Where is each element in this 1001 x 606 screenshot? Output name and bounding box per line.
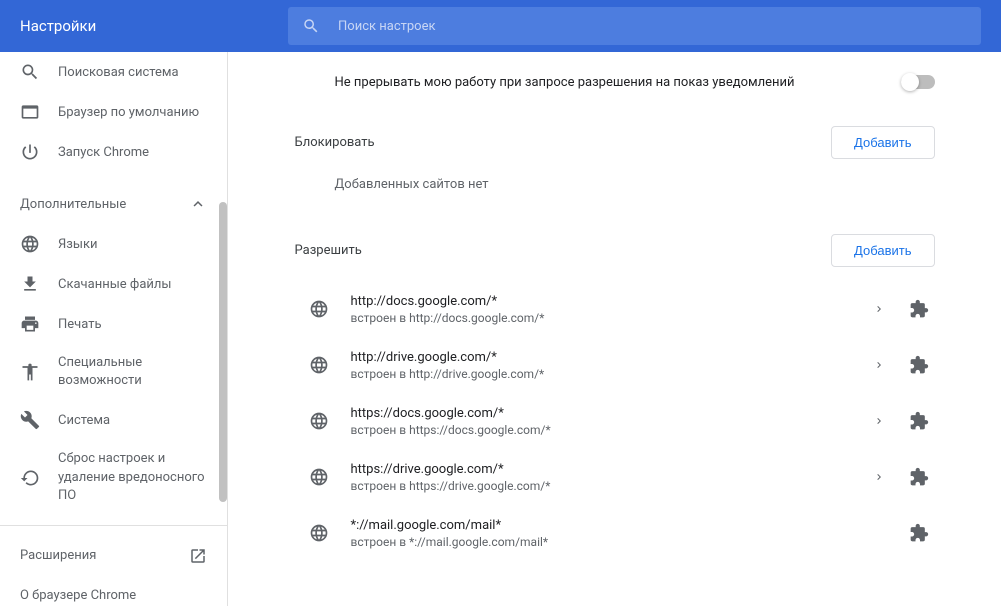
sidebar-item-label: Скачанные файлы <box>58 277 207 292</box>
site-info: https://drive.google.com/* встроен в htt… <box>351 462 863 493</box>
sidebar-item[interactable]: Браузер по умолчанию <box>0 92 227 132</box>
sidebar-footer-item[interactable]: Расширения <box>0 536 227 576</box>
site-url: *://mail.google.com/mail* <box>351 518 863 533</box>
site-embed: встроен в https://docs.google.com/* <box>351 423 863 437</box>
accessibility-icon <box>20 362 40 382</box>
site-url: http://drive.google.com/* <box>351 350 863 365</box>
chevron-up-icon <box>189 195 207 213</box>
search-icon <box>302 17 320 35</box>
globe-icon <box>20 234 40 254</box>
site-embed: встроен в http://docs.google.com/* <box>351 311 863 325</box>
extension-icon <box>903 517 935 549</box>
allow-site-row: http://drive.google.com/* встроен в http… <box>275 337 955 393</box>
allow-site-row: *://mail.google.com/mail* встроен в *://… <box>275 505 955 561</box>
header-search-area: Поиск настроек <box>268 0 1001 52</box>
wrench-icon <box>20 410 40 430</box>
site-arrow-button[interactable] <box>863 405 895 437</box>
header-title: Настройки <box>0 0 268 52</box>
allow-site-row: https://drive.google.com/* встроен в htt… <box>275 449 955 505</box>
site-info: http://drive.google.com/* встроен в http… <box>351 350 863 381</box>
sidebar-advanced-toggle[interactable]: Дополнительные <box>0 184 227 224</box>
extension-icon <box>903 293 935 325</box>
sidebar-item-label: Браузер по умолчанию <box>58 105 207 120</box>
sidebar-item-label: Сброс настроек и удаление вредоносного П… <box>58 450 207 505</box>
advanced-label: Дополнительные <box>20 197 189 212</box>
site-arrow-button[interactable] <box>863 293 895 325</box>
notification-toggle[interactable] <box>901 75 935 89</box>
block-add-button[interactable]: Добавить <box>831 126 934 159</box>
allow-title: Разрешить <box>295 243 832 258</box>
sidebar-item[interactable]: Поисковая система <box>0 52 227 92</box>
site-arrow-button[interactable] <box>863 461 895 493</box>
settings-title: Настройки <box>20 17 96 35</box>
site-info: http://docs.google.com/* встроен в http:… <box>351 294 863 325</box>
sidebar-divider <box>0 525 227 526</box>
allow-add-button[interactable]: Добавить <box>831 234 934 267</box>
block-empty-message: Добавленных сайтов нет <box>275 173 955 220</box>
site-embed: встроен в http://drive.google.com/* <box>351 367 863 381</box>
site-arrow-button[interactable] <box>863 349 895 381</box>
footer-label: О браузере Chrome <box>20 588 207 603</box>
sidebar-item-label: Специальные возможности <box>58 354 207 390</box>
block-section-header: Блокировать Добавить <box>275 112 955 173</box>
sidebar-item[interactable]: Скачанные файлы <box>0 264 227 304</box>
site-info: *://mail.google.com/mail* встроен в *://… <box>351 518 863 549</box>
globe-icon <box>309 467 329 487</box>
power-icon <box>20 142 40 162</box>
scrollbar-thumb[interactable] <box>219 202 227 502</box>
allow-section-header: Разрешить Добавить <box>275 220 955 281</box>
sidebar-footer-item[interactable]: О браузере Chrome <box>0 576 227 606</box>
site-url: https://docs.google.com/* <box>351 406 863 421</box>
extension-icon <box>903 405 935 437</box>
site-url: http://docs.google.com/* <box>351 294 863 309</box>
sidebar-item-label: Система <box>58 413 207 428</box>
site-embed: встроен в https://drive.google.com/* <box>351 479 863 493</box>
notification-toggle-row: Не прерывать мою работу при запросе разр… <box>275 52 955 112</box>
site-embed: встроен в *://mail.google.com/mail* <box>351 535 863 549</box>
header: Настройки Поиск настроек <box>0 0 1001 52</box>
site-info: https://docs.google.com/* встроен в http… <box>351 406 863 437</box>
block-title: Блокировать <box>295 135 832 150</box>
main-content: Не прерывать мою работу при запросе разр… <box>228 52 1001 606</box>
sidebar: Поисковая система Браузер по умолчанию Зап… <box>0 52 228 606</box>
external-link-icon <box>189 547 207 565</box>
sidebar-item-label: Поисковая система <box>58 65 207 80</box>
extension-icon <box>903 461 935 493</box>
search-placeholder: Поиск настроек <box>338 19 436 34</box>
notification-toggle-label: Не прерывать мою работу при запросе разр… <box>335 75 901 90</box>
extension-icon <box>903 349 935 381</box>
globe-icon <box>309 355 329 375</box>
print-icon <box>20 314 40 334</box>
sidebar-item[interactable]: Специальные возможности <box>0 344 227 400</box>
sidebar-item[interactable]: Сброс настроек и удаление вредоносного П… <box>0 440 227 515</box>
globe-icon <box>309 299 329 319</box>
allow-site-row: https://docs.google.com/* встроен в http… <box>275 393 955 449</box>
footer-label: Расширения <box>20 548 189 563</box>
allow-site-row: http://docs.google.com/* встроен в http:… <box>275 281 955 337</box>
sidebar-item[interactable]: Запуск Chrome <box>0 132 227 172</box>
sidebar-item[interactable]: Печать <box>0 304 227 344</box>
globe-icon <box>309 411 329 431</box>
download-icon <box>20 274 40 294</box>
sidebar-item-label: Языки <box>58 237 207 252</box>
sidebar-item[interactable]: Языки <box>0 224 227 264</box>
globe-icon <box>309 523 329 543</box>
sidebar-item-label: Печать <box>58 317 207 332</box>
site-url: https://drive.google.com/* <box>351 462 863 477</box>
search-box[interactable]: Поиск настроек <box>288 7 981 45</box>
browser-icon <box>20 102 40 122</box>
search-icon <box>20 62 40 82</box>
sidebar-item[interactable]: Система <box>0 400 227 440</box>
sidebar-item-label: Запуск Chrome <box>58 145 207 160</box>
restore-icon <box>20 468 40 488</box>
